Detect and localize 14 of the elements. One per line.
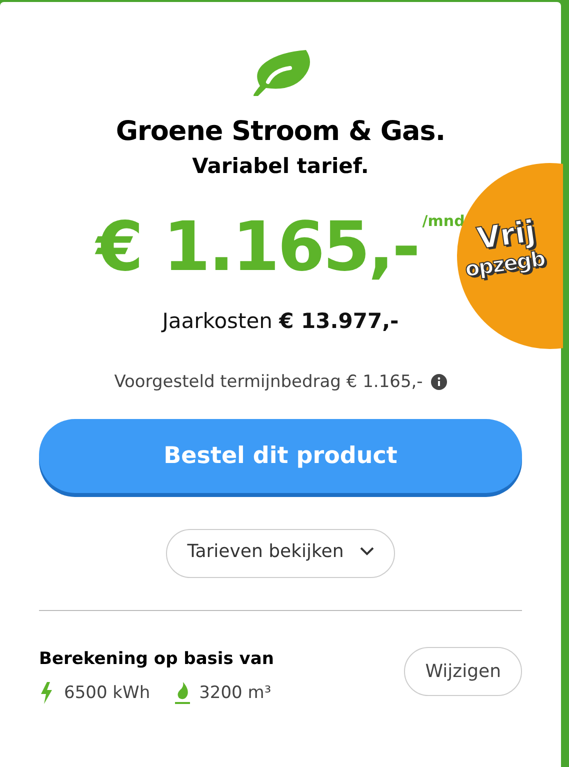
- installment-text: Voorgesteld termijnbedrag € 1.165,-: [114, 370, 423, 394]
- calculation-title: Berekening op basis van: [39, 648, 274, 671]
- rates-button[interactable]: Tarieven bekijken: [166, 529, 395, 578]
- monthly-price: € 1.165,-: [96, 214, 418, 282]
- change-button[interactable]: Wijzigen: [404, 647, 522, 696]
- price-unit: /mnd: [422, 211, 465, 232]
- product-title: Groene Stroom & Gas.: [116, 115, 446, 149]
- annual-cost: Jaarkosten € 13.977,-: [162, 308, 399, 335]
- info-icon[interactable]: [430, 374, 447, 390]
- usage-value: 6500 kWh: [64, 682, 150, 704]
- flame-icon: [174, 682, 192, 704]
- chevron-down-icon: [360, 547, 374, 556]
- tariff-subtitle: Variabel tarief.: [192, 152, 369, 180]
- usage-value: 3200 m³: [199, 682, 272, 704]
